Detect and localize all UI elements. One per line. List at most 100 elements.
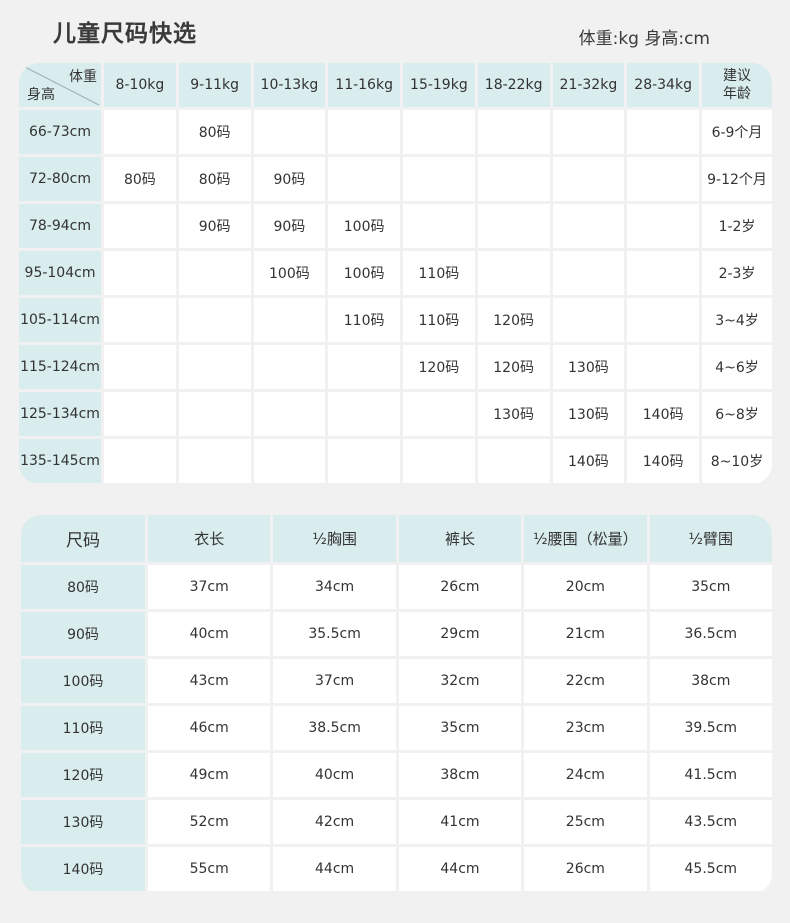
size-cell (328, 345, 400, 389)
size-cell (104, 298, 176, 342)
size-cell: 140码 (627, 392, 699, 436)
height-range-cell: 95-104cm (19, 251, 101, 295)
weight-column-header: 21-32kg (552, 63, 625, 107)
corner-header: 体重 身高 (19, 63, 101, 107)
unit-note: 体重:kg 身高:cm (578, 29, 710, 49)
size-cell (178, 345, 251, 389)
pants-length-cell: 32cm (398, 659, 522, 703)
column-header-half-arm: ½臂围 (649, 515, 772, 562)
half-arm-cell: 41.5cm (649, 753, 772, 797)
weight-header-row: 体重 身高 8-10kg 9-11kg 10-13kg 11-16kg 15-1… (19, 63, 772, 107)
half-chest-cell: 44cm (273, 847, 396, 891)
size-measurement-table: 尺码 衣长 ½胸围 裤长 ½腰围（松量） ½臂围 80码 37cm 34cm 26cm… (21, 515, 772, 894)
table-row: 125-134cm 130码 130码 140码 6~8岁 (19, 392, 772, 436)
weight-column-header: 15-19kg (403, 63, 475, 107)
pants-length-cell: 29cm (398, 612, 522, 656)
size-cell (104, 392, 176, 436)
column-header-length: 衣长 (148, 515, 271, 562)
size-cell (627, 298, 699, 342)
weight-column-header: 28-34kg (627, 63, 699, 107)
height-range-cell: 105-114cm (19, 298, 101, 342)
size-cell (253, 392, 326, 436)
size-cell (552, 157, 625, 201)
size-cell (627, 345, 699, 389)
size-cell (253, 345, 326, 389)
table-row: 78-94cm 90码 90码 100码 1-2岁 (19, 204, 772, 248)
size-cell: 120码 (403, 345, 475, 389)
column-header-half-chest: ½胸围 (273, 515, 396, 562)
size-cell: 80码 (178, 110, 251, 154)
half-arm-cell: 38cm (649, 659, 772, 703)
size-cell (253, 298, 326, 342)
length-cell: 52cm (148, 800, 271, 844)
pants-length-cell: 41cm (398, 800, 522, 844)
age-cell: 6~8岁 (702, 392, 772, 436)
size-cell (403, 204, 475, 248)
size-cell (627, 204, 699, 248)
size-cell (104, 439, 176, 483)
size-cell (403, 110, 475, 154)
size-cell: 110码 (21, 706, 145, 750)
table-row: 130码 52cm 42cm 41cm 25cm 43.5cm (21, 800, 772, 844)
size-cell (104, 204, 176, 248)
size-cell (403, 392, 475, 436)
age-header-line2: 年龄 (723, 86, 751, 102)
column-header-pants-length: 裤长 (398, 515, 522, 562)
size-cell: 100码 (253, 251, 326, 295)
half-waist-cell: 20cm (524, 565, 647, 609)
column-header-half-waist: ½腰围（松量） (524, 515, 647, 562)
size-cell (552, 251, 625, 295)
half-chest-cell: 38.5cm (273, 706, 396, 750)
age-header-line1: 建议 (723, 68, 751, 84)
height-range-cell: 78-94cm (19, 204, 101, 248)
length-cell: 37cm (148, 565, 271, 609)
half-waist-cell: 22cm (524, 659, 647, 703)
age-cell: 6-9个月 (702, 110, 772, 154)
column-header-size: 尺码 (21, 515, 145, 562)
size-cell (253, 439, 326, 483)
table-row: 72-80cm 80码 80码 90码 9-12个月 (19, 157, 772, 201)
size-cell: 140码 (627, 439, 699, 483)
table-row: 80码 37cm 34cm 26cm 20cm 35cm (21, 565, 772, 609)
size-cell: 100码 (21, 659, 145, 703)
size-cell: 80码 (21, 565, 145, 609)
weight-column-header: 9-11kg (178, 63, 251, 107)
size-cell: 120码 (477, 345, 550, 389)
size-cell (328, 392, 400, 436)
size-cell: 110码 (403, 298, 475, 342)
table-row: 100码 43cm 37cm 32cm 22cm 38cm (21, 659, 772, 703)
size-cell (552, 204, 625, 248)
table-row: 110码 46cm 38.5cm 35cm 23cm 39.5cm (21, 706, 772, 750)
age-cell: 2-3岁 (702, 251, 772, 295)
size-cell: 80码 (104, 157, 176, 201)
corner-height-label: 身高 (27, 87, 55, 103)
half-waist-cell: 26cm (524, 847, 647, 891)
height-range-cell: 72-80cm (19, 157, 101, 201)
size-cell (552, 110, 625, 154)
size-cell (477, 439, 550, 483)
age-cell: 1-2岁 (702, 204, 772, 248)
size-cell: 90码 (178, 204, 251, 248)
length-cell: 49cm (148, 753, 271, 797)
table-row: 135-145cm 140码 140码 8~10岁 (19, 439, 772, 483)
page-title: 儿童尺码快选 (53, 21, 197, 47)
size-cell (627, 110, 699, 154)
half-waist-cell: 25cm (524, 800, 647, 844)
size-cell: 120码 (21, 753, 145, 797)
half-waist-cell: 24cm (524, 753, 647, 797)
size-cell: 130码 (552, 345, 625, 389)
size-cell (178, 298, 251, 342)
size-cell (552, 298, 625, 342)
size-cell (403, 439, 475, 483)
length-cell: 46cm (148, 706, 271, 750)
length-cell: 43cm (148, 659, 271, 703)
half-chest-cell: 35.5cm (273, 612, 396, 656)
table-row: 120码 49cm 40cm 38cm 24cm 41.5cm (21, 753, 772, 797)
size-cell: 130码 (552, 392, 625, 436)
age-cell: 8~10岁 (702, 439, 772, 483)
table-row: 90码 40cm 35.5cm 29cm 21cm 36.5cm (21, 612, 772, 656)
half-arm-cell: 45.5cm (649, 847, 772, 891)
size-cell (178, 392, 251, 436)
size-quick-select-table: 体重 身高 8-10kg 9-11kg 10-13kg 11-16kg 15-1… (19, 63, 772, 484)
half-chest-cell: 42cm (273, 800, 396, 844)
